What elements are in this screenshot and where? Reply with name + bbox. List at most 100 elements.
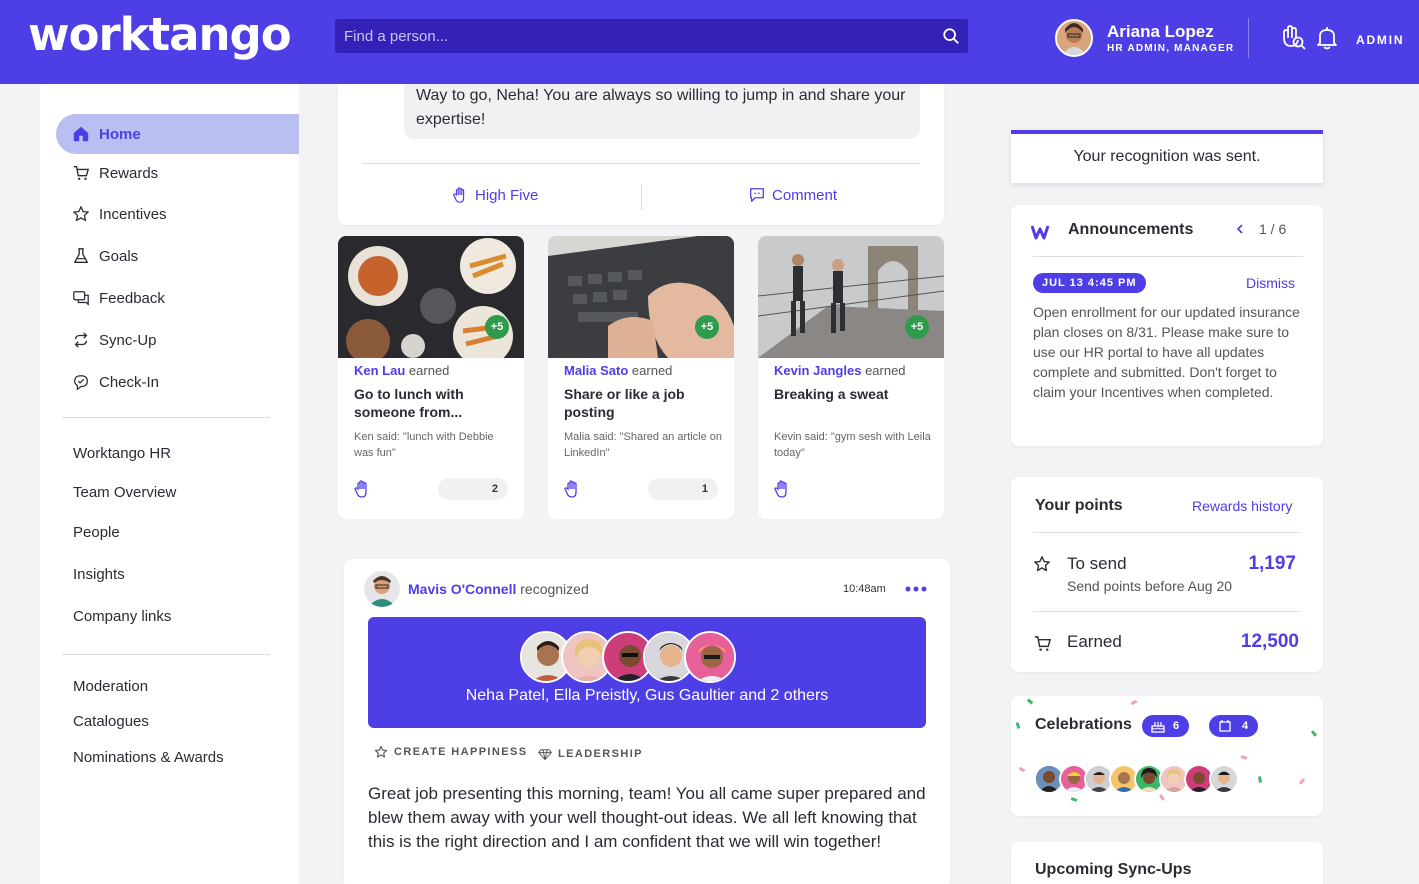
sidebar-link-insights[interactable]: Insights — [73, 566, 125, 583]
earner-name[interactable]: Malia Sato — [564, 363, 628, 378]
to-send-deadline: Send points before Aug 20 — [1067, 578, 1233, 594]
earner-name[interactable]: Ken Lau — [354, 363, 405, 378]
confetti — [1159, 794, 1165, 801]
earned-value: 12,500 — [1240, 631, 1299, 652]
sidebar-item-check-in[interactable]: Check-In — [56, 362, 299, 402]
diamond-icon — [538, 749, 552, 761]
value-tag-create-happiness: CREATE HAPPINESS — [374, 745, 527, 759]
rewards-history-link[interactable]: Rewards history — [1192, 498, 1292, 514]
more-options-icon[interactable] — [905, 586, 927, 592]
celebrations-title: Celebrations — [1035, 716, 1132, 733]
confetti — [1070, 797, 1078, 802]
post-body: Great job presenting this morning, team!… — [368, 784, 926, 851]
celebrant-avatar[interactable] — [1209, 764, 1239, 794]
sidebar-link-company-links[interactable]: Company links — [73, 608, 171, 625]
celebrations-card: Celebrations 6 4 — [1011, 696, 1323, 816]
sidebar-link-catalogues[interactable]: Catalogues — [73, 713, 149, 730]
sidebar-item-incentives[interactable]: Incentives — [56, 194, 299, 234]
hand-icon — [453, 187, 465, 203]
recognition-toast: Your recognition was sent. — [1011, 130, 1323, 183]
anniversaries-badge[interactable]: 4 — [1209, 715, 1259, 737]
confetti — [1298, 778, 1306, 785]
card-divider — [1033, 611, 1299, 612]
user-menu[interactable]: Ariana Lopez HR ADMIN, MANAGER — [1055, 17, 1234, 59]
sidebar-item-label: Incentives — [99, 205, 167, 223]
running-photo — [758, 236, 944, 358]
earned-by: Ken Lau earned — [354, 363, 450, 378]
earned-by: Malia Sato earned — [564, 363, 673, 378]
dismiss-link[interactable]: Dismiss — [1246, 275, 1295, 291]
sidebar-item-sync-up[interactable]: Sync-Up — [56, 320, 299, 360]
incentive-title: Go to lunch with someone from... — [354, 386, 464, 420]
value-tag-leadership: LEADERSHIP — [538, 747, 643, 761]
laptop-photo — [548, 236, 734, 358]
confetti — [1240, 755, 1248, 760]
high-five-icon[interactable] — [772, 479, 792, 499]
birthdays-badge[interactable]: 6 — [1142, 715, 1190, 737]
earned-card-malia[interactable]: +5 Malia Sato earned Share or like a job… — [548, 236, 734, 519]
incentive-title: Share or like a job posting — [564, 386, 685, 420]
sidebar-link-nominations-awards[interactable]: Nominations & Awards — [73, 749, 224, 766]
author-name[interactable]: Mavis O'Connell — [408, 581, 516, 597]
earner-name[interactable]: Kevin Jangles — [774, 363, 861, 378]
earned-by: Kevin Jangles earned — [774, 363, 906, 378]
admin-link[interactable]: ADMIN — [1356, 33, 1404, 47]
star-icon — [73, 206, 89, 222]
high-five-count: 2 — [438, 478, 508, 500]
sidebar-item-goals[interactable]: Goals — [56, 236, 299, 276]
bell-icon[interactable] — [1313, 24, 1341, 52]
sync-icon — [74, 332, 88, 348]
points-badge: +5 — [905, 315, 929, 339]
recipients-banner[interactable]: Neha Patel, Ella Preistly, Gus Gaultier … — [368, 617, 926, 728]
action-divider — [641, 184, 642, 210]
search-input[interactable] — [335, 19, 968, 53]
chevron-left-icon[interactable] — [1234, 223, 1246, 235]
star-icon — [374, 745, 388, 758]
user-role: HR ADMIN, MANAGER — [1107, 42, 1235, 54]
high-five-icon[interactable] — [562, 479, 582, 499]
cart-icon — [1034, 636, 1052, 651]
sidebar-link-moderation[interactable]: Moderation — [73, 678, 148, 695]
sidebar-item-label: Rewards — [99, 164, 159, 182]
confetti — [1258, 776, 1262, 783]
worktango-logo[interactable]: worktango — [28, 8, 292, 61]
post-time: 10:48am — [843, 583, 886, 595]
card-divider — [1033, 256, 1303, 257]
earned-card-ken[interactable]: +5 Ken Lau earned Go to lunch with someo… — [338, 236, 524, 519]
to-send-label: To send — [1067, 554, 1127, 573]
sidebar-link-team-overview[interactable]: Team Overview — [73, 484, 176, 501]
search-icon[interactable] — [942, 27, 960, 45]
sidebar-item-rewards[interactable]: Rewards — [56, 153, 299, 193]
sidebar-link-people[interactable]: People — [73, 524, 120, 541]
calendar-icon — [1219, 720, 1231, 732]
syncups-title: Upcoming Sync-Ups — [1035, 861, 1192, 878]
confetti — [1018, 766, 1026, 773]
announcements-card: Announcements 1 / 6 JUL 13 4:45 PM Dismi… — [1011, 205, 1323, 446]
chat-icon — [73, 291, 89, 306]
points-card: Your points Rewards history To send 1,19… — [1011, 477, 1323, 672]
sidebar: Home Rewards Incentives Goals Feedback S… — [40, 84, 299, 884]
sidebar-item-label: Feedback — [99, 289, 165, 307]
card-divider — [1033, 532, 1299, 533]
points-badge: +5 — [485, 315, 509, 339]
high-five-button[interactable]: High Five — [451, 186, 538, 204]
author-avatar[interactable] — [364, 571, 400, 607]
sidebar-link-worktango-hr[interactable]: Worktango HR — [73, 445, 171, 462]
checkin-icon — [74, 375, 88, 391]
earned-label: Earned — [1067, 632, 1122, 651]
sidebar-item-feedback[interactable]: Feedback — [56, 278, 299, 318]
recipient-avatar — [684, 631, 736, 683]
sidebar-item-label: Home — [99, 125, 141, 143]
points-title: Your points — [1035, 497, 1123, 514]
recognize-hand-icon[interactable] — [1278, 24, 1306, 52]
announcements-title: Announcements — [1068, 221, 1194, 238]
comment-button[interactable]: Comment — [748, 186, 837, 204]
post-header: Mavis O'Connell recognized — [408, 581, 589, 597]
earned-quote: Malia said: "Shared an article on Linked… — [564, 431, 722, 459]
earned-card-kevin[interactable]: +5 Kevin Jangles earned Breaking a sweat… — [758, 236, 944, 519]
worktango-w-icon — [1031, 225, 1050, 240]
high-five-icon[interactable] — [352, 479, 372, 499]
earned-quote: Kevin said: "gym sesh with Leila today" — [774, 431, 931, 459]
sidebar-item-home[interactable]: Home — [56, 114, 299, 154]
comment-bubble: Way to go, Neha! You are always so willi… — [404, 84, 920, 139]
